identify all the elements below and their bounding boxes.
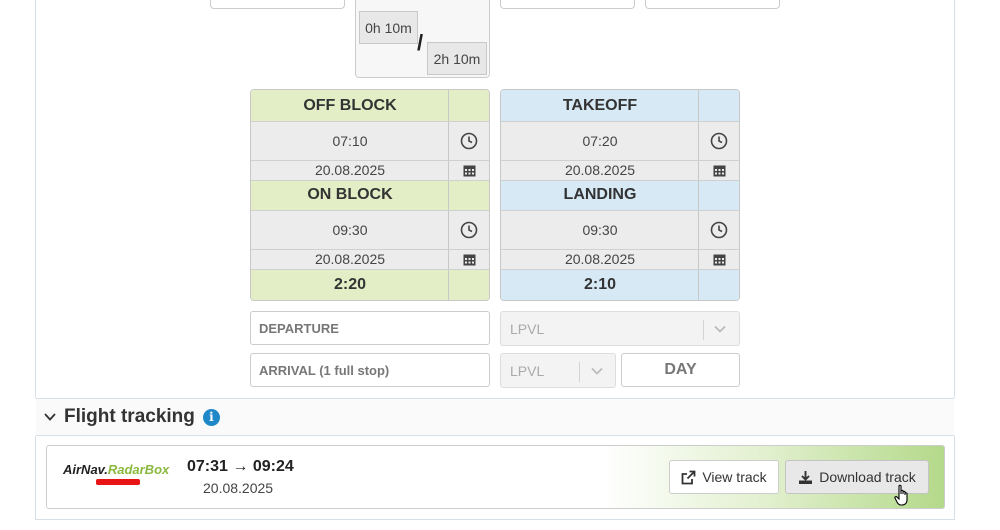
takeoff-date[interactable]: 20.08.2025 xyxy=(501,160,699,180)
departure-select-value: LPVL xyxy=(510,320,545,337)
hand-cursor-icon xyxy=(894,484,908,506)
on-block-date[interactable]: 20.08.2025 xyxy=(251,249,449,269)
tracking-border-left xyxy=(35,436,36,520)
tracking-border-right xyxy=(954,436,955,520)
top-input-2[interactable] xyxy=(500,0,635,9)
track-date: 20.08.2025 xyxy=(203,480,274,496)
top-input-1[interactable] xyxy=(210,0,345,9)
landing-header-spacer xyxy=(699,180,739,210)
row-divider xyxy=(251,210,489,211)
clock-icon[interactable] xyxy=(449,210,489,249)
departure-select[interactable]: LPVL xyxy=(500,311,740,346)
tracking-border-bottom xyxy=(35,519,955,520)
clock-icon[interactable] xyxy=(699,121,739,160)
info-icon[interactable]: i xyxy=(202,408,220,426)
arrival-select[interactable]: LPVL xyxy=(500,353,616,388)
panel-border-right xyxy=(954,0,955,398)
download-track-label: Download track xyxy=(819,469,916,485)
landing-title: LANDING xyxy=(501,180,699,210)
track-times: 07:31 → 09:24 xyxy=(187,458,294,475)
chevron-down-icon xyxy=(591,367,603,375)
block-total-time: 2:20 xyxy=(251,269,449,300)
day-button[interactable]: DAY xyxy=(621,353,740,387)
logo-underline xyxy=(96,479,140,485)
row-divider xyxy=(251,160,489,161)
row-divider xyxy=(501,210,739,211)
row-divider xyxy=(501,121,739,122)
flight-tracking-title: Flight tracking xyxy=(64,406,195,427)
takeoff-title: TAKEOFF xyxy=(501,90,699,121)
duration-separator: / xyxy=(417,30,424,55)
duration-box: 0h 10m / 2h 10m xyxy=(355,0,490,78)
on-block-time[interactable]: 09:30 xyxy=(251,210,449,249)
calendar-icon[interactable] xyxy=(699,160,739,180)
clock-icon[interactable] xyxy=(449,121,489,160)
view-track-button[interactable]: View track xyxy=(669,460,779,494)
select-separator xyxy=(579,362,580,382)
view-track-label: View track xyxy=(702,469,767,485)
off-block-header-spacer xyxy=(449,90,489,121)
flight-total-time: 2:10 xyxy=(501,269,699,300)
row-divider xyxy=(251,269,489,270)
off-block-title: OFF BLOCK xyxy=(251,90,449,121)
top-input-3[interactable] xyxy=(645,0,780,9)
clock-icon[interactable] xyxy=(699,210,739,249)
external-link-icon xyxy=(681,470,696,484)
row-divider xyxy=(251,121,489,122)
row-divider xyxy=(501,269,739,270)
landing-date[interactable]: 20.08.2025 xyxy=(501,249,699,269)
panel-border-left xyxy=(35,0,36,398)
row-divider xyxy=(251,180,489,181)
calendar-icon[interactable] xyxy=(699,249,739,269)
block-total-spacer xyxy=(449,269,489,300)
block-times-panel: OFF BLOCK 07:10 20.08.2025 ON BLOCK 09:3… xyxy=(250,89,490,301)
arrival-select-value: LPVL xyxy=(510,362,545,379)
select-separator xyxy=(703,320,704,340)
flight-total-spacer xyxy=(699,269,739,300)
chevron-down-icon xyxy=(714,325,726,333)
track-card: AirNav.RadarBox 07:31 → 09:24 20.08.2025… xyxy=(46,445,945,509)
on-block-header-spacer xyxy=(449,180,489,210)
row-divider xyxy=(251,249,489,250)
chevron-down-icon[interactable] xyxy=(44,413,56,421)
download-icon xyxy=(799,470,813,484)
off-block-time[interactable]: 07:10 xyxy=(251,121,449,160)
row-divider xyxy=(501,160,739,161)
arrival-field[interactable]: ARRIVAL (1 full stop) xyxy=(250,353,490,387)
departure-field[interactable]: DEPARTURE xyxy=(250,311,490,345)
on-block-title: ON BLOCK xyxy=(251,180,449,210)
flight-times-panel: TAKEOFF 07:20 20.08.2025 LANDING 09:30 2… xyxy=(500,89,740,301)
calendar-icon[interactable] xyxy=(449,160,489,180)
calendar-icon[interactable] xyxy=(449,249,489,269)
row-divider xyxy=(501,180,739,181)
duration-chip-first: 0h 10m xyxy=(359,11,418,44)
landing-time[interactable]: 09:30 xyxy=(501,210,699,249)
duration-chip-second: 2h 10m xyxy=(427,42,487,75)
takeoff-time[interactable]: 07:20 xyxy=(501,121,699,160)
flight-tracking-header[interactable]: Flight tracking i xyxy=(36,398,954,436)
row-divider xyxy=(501,249,739,250)
takeoff-header-spacer xyxy=(699,90,739,121)
off-block-date[interactable]: 20.08.2025 xyxy=(251,160,449,180)
radarbox-logo: AirNav.RadarBox xyxy=(63,462,170,477)
